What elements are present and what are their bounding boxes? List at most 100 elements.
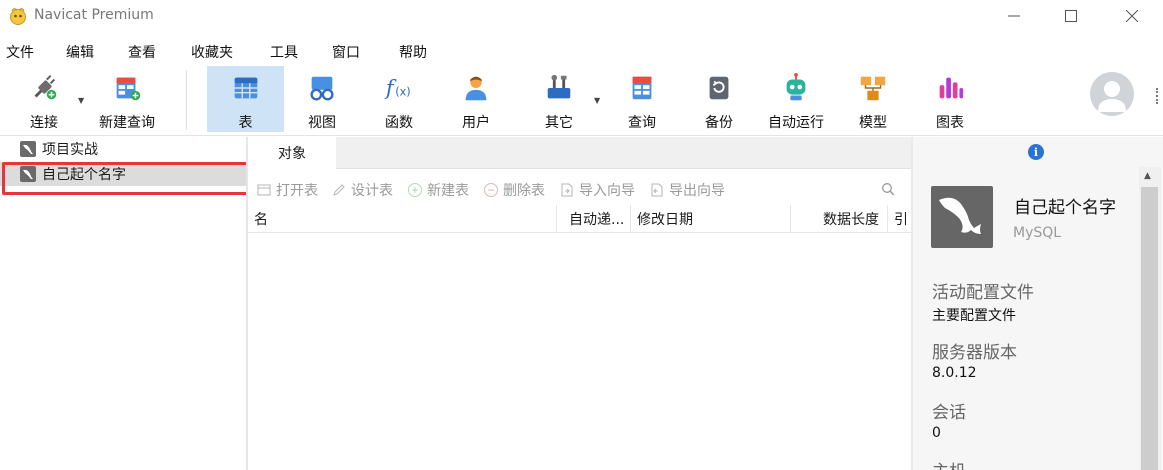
main-toolbar: 连接 ▼ 新建查询 表 视图 f (x) 函数 用户 其它 ▼ 查询 备份 自动… [0, 64, 1163, 136]
new-query-button[interactable]: 新建查询 [93, 66, 161, 132]
user-label: 用户 [462, 115, 490, 131]
chart-label: 图表 [936, 115, 964, 131]
other-label: 其它 [545, 115, 573, 131]
tab-strip: 对象 [248, 137, 911, 169]
tree-item-project[interactable]: 项目实战 [0, 137, 246, 161]
function-fx-icon: f (x) [384, 76, 411, 100]
column-engine[interactable]: 引 [888, 205, 911, 233]
open-table-button[interactable]: 打开表 [256, 180, 318, 200]
sessions-value: 0 [932, 425, 941, 441]
minimize-icon [1008, 15, 1020, 17]
connection-type: MySQL [1013, 225, 1062, 241]
navicat-logo-icon [10, 8, 26, 25]
server-version-value: 8.0.12 [932, 365, 977, 381]
svg-text:(x): (x) [395, 86, 410, 99]
close-button[interactable] [1100, 0, 1163, 32]
menu-bar: 文件 编辑 查看 收藏夹 工具 窗口 帮助 [0, 36, 1163, 64]
query-label: 查询 [628, 115, 656, 131]
tab-objects[interactable]: 对象 [248, 137, 336, 169]
menu-edit[interactable]: 编辑 [66, 42, 94, 62]
connect-label: 连接 [30, 115, 58, 131]
view-glasses-icon [310, 76, 334, 101]
column-name[interactable]: 名 [248, 205, 557, 233]
host-label: 主机 [932, 457, 966, 470]
minimize-button[interactable] [986, 0, 1042, 32]
selection-highlight-annotation [2, 162, 258, 195]
maximize-button[interactable] [1043, 0, 1099, 32]
model-label: 模型 [859, 115, 887, 131]
open-table-icon [257, 184, 271, 196]
menu-window[interactable]: 窗口 [332, 42, 360, 62]
object-panel: 对象 打开表 设计表 新建表 删除表 导入向导 导出向导 名 自动递... 修改… [248, 137, 911, 470]
backup-icon [709, 76, 729, 100]
menu-help[interactable]: 帮助 [399, 42, 427, 62]
toolbar-divider [186, 70, 187, 130]
toolbar-grip[interactable] [1156, 88, 1160, 104]
model-button[interactable]: 模型 [844, 66, 902, 132]
import-wizard-button[interactable]: 导入向导 [559, 180, 635, 200]
active-profile-value: 主要配置文件 [932, 308, 1016, 324]
menu-view[interactable]: 查看 [128, 42, 156, 62]
automation-label: 自动运行 [768, 115, 824, 131]
user-avatar[interactable] [1090, 72, 1134, 116]
search-icon[interactable] [881, 182, 895, 196]
maximize-icon [1065, 10, 1077, 22]
chart-button[interactable]: 图表 [921, 66, 979, 132]
tools-icon [547, 74, 571, 99]
view-button[interactable]: 视图 [293, 66, 351, 132]
other-dropdown-icon[interactable]: ▼ [594, 96, 600, 105]
mysql-dolphin-icon [931, 186, 993, 248]
menu-file[interactable]: 文件 [6, 42, 34, 62]
query-button[interactable]: 查询 [613, 66, 671, 132]
window-title: Navicat Premium [34, 7, 154, 23]
robot-icon [786, 72, 806, 101]
import-icon [561, 183, 573, 197]
object-toolbar: 打开表 设计表 新建表 删除表 导入向导 导出向导 [248, 177, 911, 203]
export-wizard-button[interactable]: 导出向导 [649, 180, 725, 200]
title-bar: Navicat Premium [0, 0, 1163, 34]
design-table-button[interactable]: 设计表 [331, 180, 393, 200]
user-button[interactable]: 用户 [447, 66, 505, 132]
query-icon [632, 76, 652, 100]
plus-circle-icon [408, 183, 422, 197]
table-icon [234, 77, 257, 99]
automation-button[interactable]: 自动运行 [762, 66, 830, 132]
backup-label: 备份 [705, 115, 733, 131]
other-button[interactable]: 其它 [530, 66, 588, 132]
view-label: 视图 [308, 115, 336, 131]
column-auto-increment[interactable]: 自动递... [557, 205, 631, 233]
connect-button[interactable]: 连接 [20, 66, 68, 132]
model-icon [860, 76, 886, 101]
object-grid-header: 名 自动递... 修改日期 数据长度 引 [248, 205, 911, 233]
info-icon[interactable]: i [1028, 144, 1044, 160]
menu-favorites[interactable]: 收藏夹 [191, 42, 233, 62]
active-profile-label: 活动配置文件 [932, 283, 1034, 303]
user-icon [465, 76, 487, 101]
scroll-up-arrow-icon[interactable]: ▲ [1144, 171, 1151, 181]
export-icon [651, 183, 663, 197]
menu-tools[interactable]: 工具 [270, 42, 298, 62]
backup-button[interactable]: 备份 [690, 66, 748, 132]
column-modified-date[interactable]: 修改日期 [631, 205, 791, 233]
sessions-label: 会话 [932, 403, 966, 423]
table-label: 表 [238, 115, 253, 131]
function-button[interactable]: f (x) 函数 [370, 66, 428, 132]
connect-dropdown-icon[interactable]: ▼ [78, 96, 84, 105]
close-icon [1125, 10, 1138, 22]
column-data-length[interactable]: 数据长度 [791, 205, 888, 233]
mysql-connection-icon [20, 141, 36, 157]
function-label: 函数 [385, 115, 413, 131]
new-query-label: 新建查询 [99, 115, 155, 131]
tree-item-label: 项目实战 [42, 142, 98, 158]
table-button[interactable]: 表 [207, 66, 284, 132]
delete-table-button[interactable]: 删除表 [483, 180, 545, 200]
new-query-icon [116, 77, 141, 101]
info-panel: i 自己起个名字 MySQL 活动配置文件 主要配置文件 服务器版本 8.0.1… [913, 137, 1163, 470]
avatar-person-icon [1098, 81, 1126, 112]
new-table-button[interactable]: 新建表 [407, 180, 469, 200]
pencil-icon [333, 184, 345, 196]
connect-plug-icon [34, 75, 57, 100]
minus-circle-icon [484, 183, 498, 197]
info-scrollbar-thumb[interactable] [1141, 187, 1158, 470]
connection-name: 自己起个名字 [1014, 198, 1116, 218]
